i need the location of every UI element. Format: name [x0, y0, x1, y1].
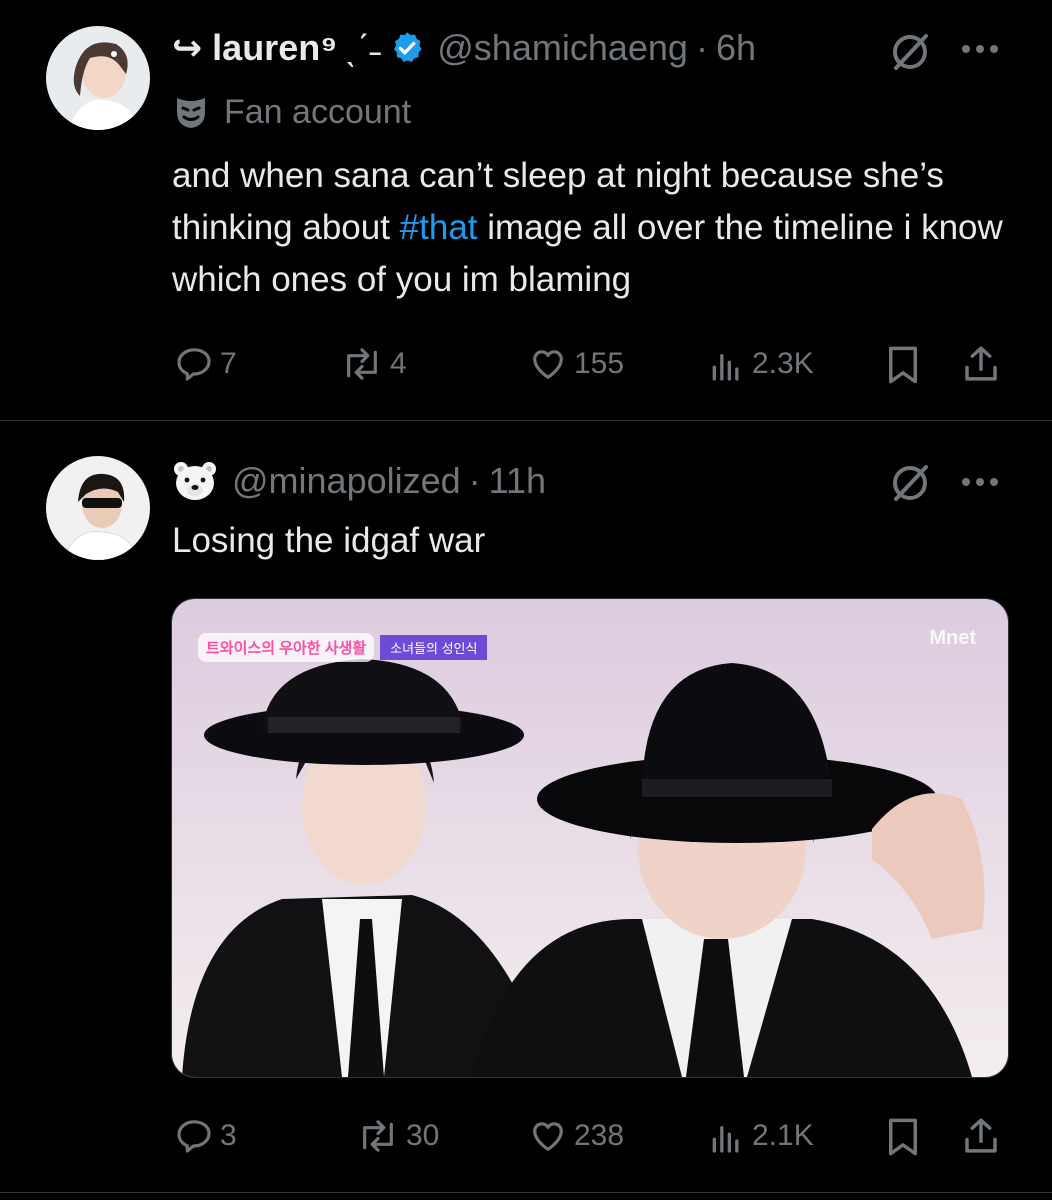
tweet-text: Losing the idgaf war [172, 521, 486, 560]
more-icon[interactable] [960, 42, 1000, 61]
like-icon [533, 350, 563, 379]
bookmark-icon [889, 1118, 917, 1156]
avatar[interactable] [46, 26, 150, 130]
timestamp[interactable]: 6h [716, 27, 756, 69]
polar-bear-icon [172, 460, 218, 502]
share-button[interactable] [960, 1114, 1002, 1163]
reply-icon [177, 348, 211, 381]
reply-icon [177, 1120, 211, 1153]
mnet-watermark: Mnet [929, 627, 976, 649]
share-icon [965, 1118, 997, 1153]
fan-account-text: Fan account [224, 92, 412, 131]
verified-badge-icon [389, 30, 425, 66]
share-button[interactable] [960, 342, 1002, 391]
show-title-text: 트와이스의 우아한 사생활 [198, 633, 375, 662]
tweet-text: and when sana can’t sleep at night becau… [172, 150, 1012, 306]
retweet-count: 4 [390, 347, 407, 380]
retweet-button[interactable]: 4 [340, 344, 407, 384]
bookmark-icon [889, 346, 917, 384]
like-count: 238 [574, 1119, 625, 1152]
reply-count: 3 [220, 1119, 237, 1152]
tweet-media-image[interactable]: 트와이스의 우아한 사생활 소녀들의 성인식 Mnet [171, 598, 1009, 1078]
view-count: 2.1K [752, 1119, 814, 1152]
grok-icon[interactable] [888, 461, 932, 510]
retweet-icon [347, 348, 377, 380]
views-button[interactable]: 2.1K [706, 1116, 814, 1156]
timestamp[interactable]: 11h [489, 460, 546, 502]
bookmark-button[interactable] [884, 344, 922, 391]
reply-button[interactable]: 3 [174, 1116, 237, 1156]
retweet-count: 30 [406, 1119, 440, 1152]
reply-count: 7 [220, 347, 237, 380]
views-button[interactable]: 2.3K [706, 344, 814, 384]
tweet-1[interactable]: ↪ lauren⁹ ˎˊ˗ @shamichaeng · 6h Fan acco… [0, 0, 1052, 420]
separator: · [695, 27, 708, 68]
retweet-button[interactable]: 30 [356, 1116, 439, 1156]
episode-banner: 소녀들의 성인식 [380, 635, 488, 660]
like-button[interactable]: 155 [528, 344, 624, 384]
grok-icon[interactable] [888, 30, 932, 79]
hashtag-link[interactable]: #that [400, 208, 478, 247]
fan-account-icon [174, 94, 208, 130]
more-icon[interactable] [960, 475, 1000, 494]
separator: · [468, 460, 481, 501]
like-button[interactable]: 238 [528, 1116, 624, 1156]
retweet-icon [363, 1120, 393, 1152]
view-count: 2.3K [752, 347, 814, 380]
views-icon [712, 1126, 739, 1153]
handle[interactable]: @minapolized [232, 460, 461, 502]
tweet-header: ↪ lauren⁹ ˎˊ˗ @shamichaeng · 6h [172, 24, 756, 72]
name-emoticon: ˎˊ˗ [345, 27, 382, 68]
like-icon [533, 1122, 563, 1151]
retweet-prefix: ↪ [172, 27, 203, 68]
share-icon [965, 346, 997, 381]
display-name[interactable]: lauren⁹ [212, 27, 337, 69]
like-count: 155 [574, 347, 625, 380]
handle[interactable]: @shamichaeng [437, 27, 688, 69]
bookmark-button[interactable] [884, 1116, 922, 1163]
bottom-divider [0, 1192, 1052, 1193]
views-icon [712, 354, 739, 381]
tweet-header: @minapolized · 11h [172, 457, 546, 505]
reply-button[interactable]: 7 [174, 344, 237, 384]
avatar[interactable] [46, 456, 150, 560]
show-logo: 트와이스의 우아한 사생활 소녀들의 성인식 [198, 633, 488, 662]
fan-account-label: Fan account [174, 90, 411, 134]
